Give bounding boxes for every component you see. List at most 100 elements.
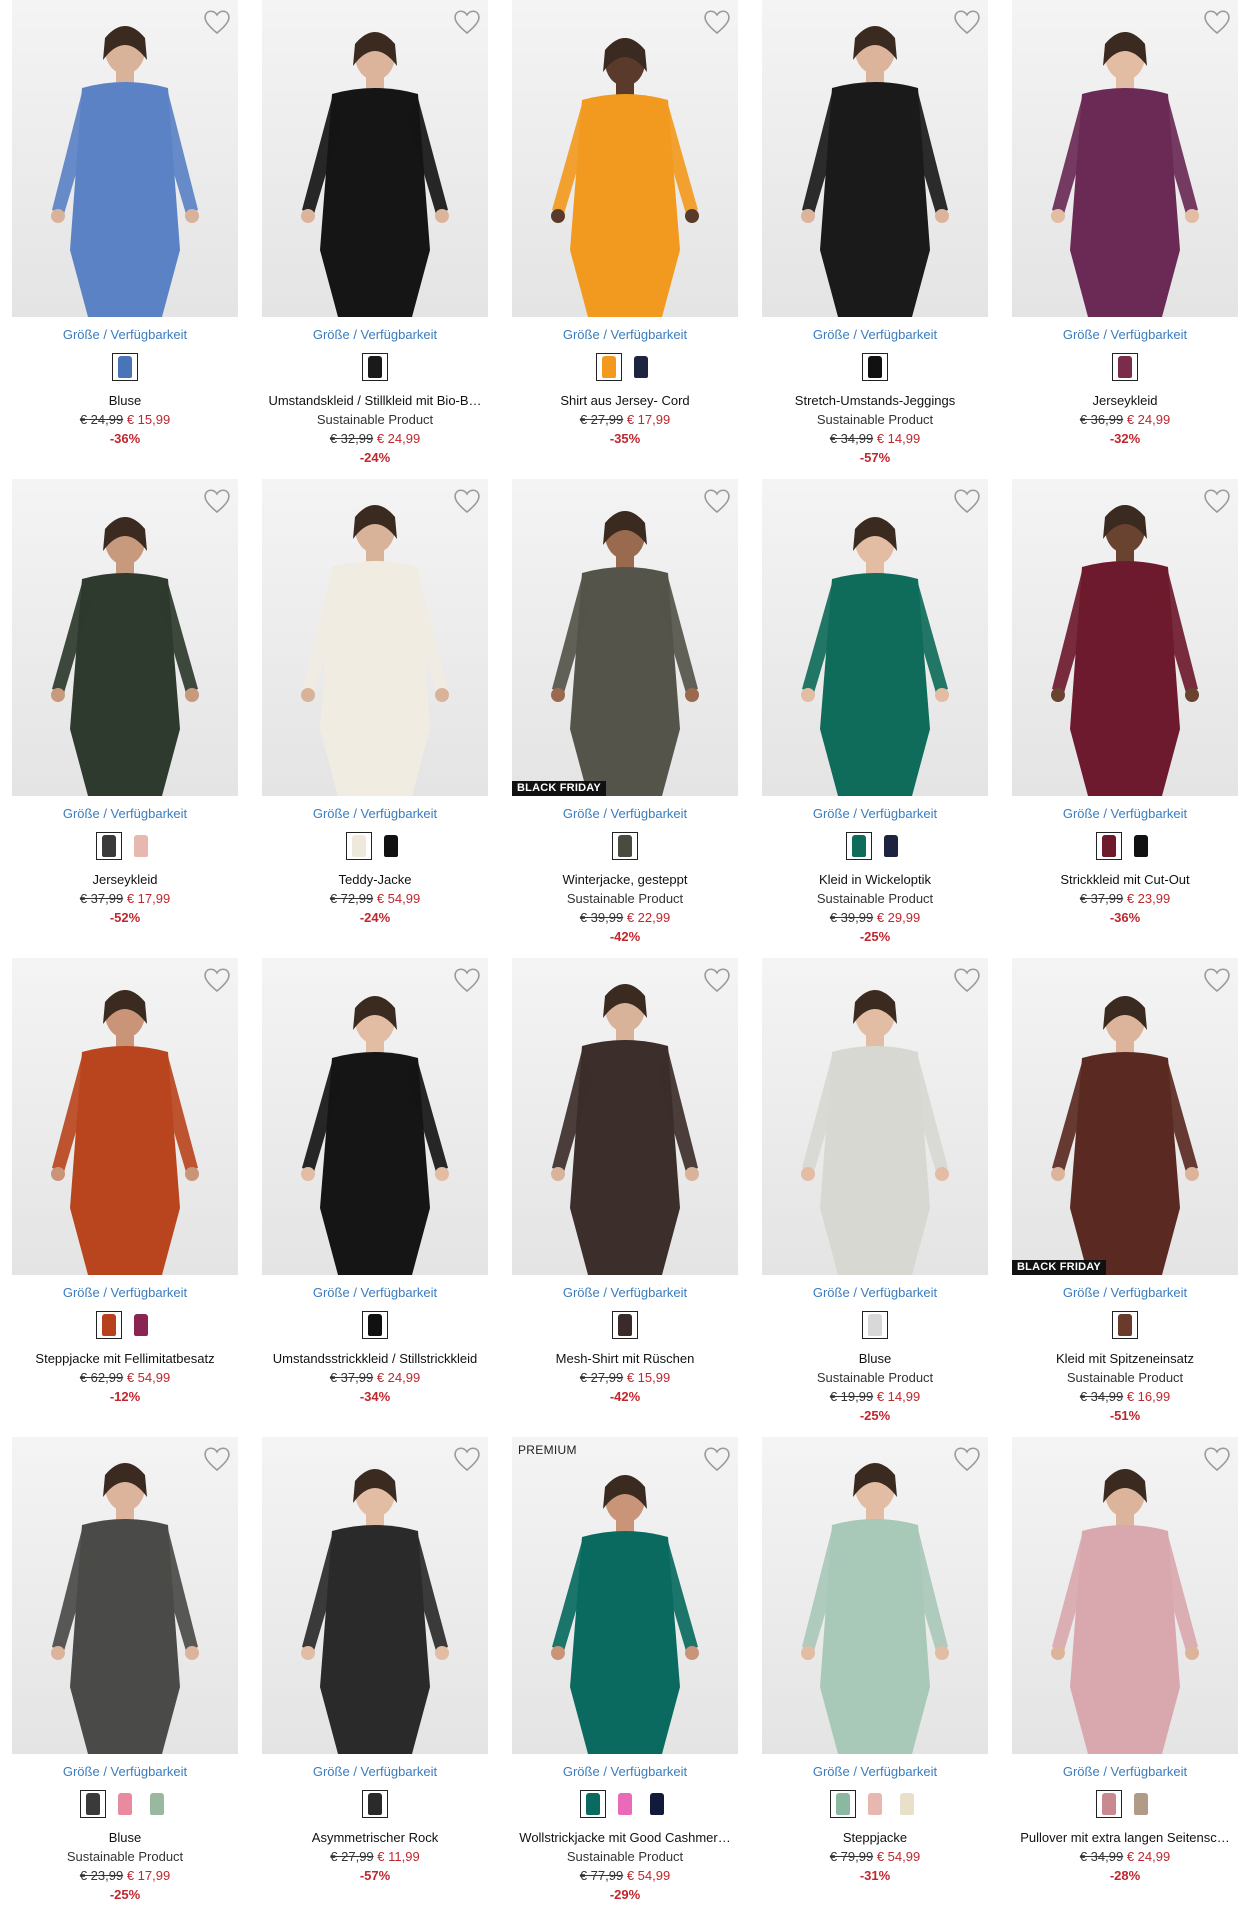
product-image[interactable]	[512, 958, 738, 1275]
favorite-heart-icon[interactable]	[202, 1445, 232, 1473]
size-availability-link[interactable]: Größe / Verfügbarkeit	[512, 805, 738, 822]
color-swatch[interactable]	[830, 1790, 856, 1818]
size-availability-link[interactable]: Größe / Verfügbarkeit	[1012, 326, 1238, 343]
product-card[interactable]: Größe / Verfügbarkeit Bluse Sustainable …	[12, 1437, 238, 1916]
product-name[interactable]: Wollstrickjacke mit Good Cashmer…	[512, 1828, 738, 1847]
color-swatch[interactable]	[144, 1790, 170, 1818]
color-swatch[interactable]	[862, 1790, 888, 1818]
product-name[interactable]: Asymmetrischer Rock	[262, 1828, 488, 1847]
product-card[interactable]: Größe / Verfügbarkeit Jerseykleid € 36,9…	[1012, 0, 1238, 479]
color-swatch[interactable]	[644, 1790, 670, 1818]
product-name[interactable]: Stretch-Umstands-Jeggings	[762, 391, 988, 410]
product-card[interactable]: Größe / Verfügbarkeit Strickkleid mit Cu…	[1012, 479, 1238, 958]
product-image[interactable]	[762, 1437, 988, 1754]
color-swatch[interactable]	[894, 1790, 920, 1818]
size-availability-link[interactable]: Größe / Verfügbarkeit	[262, 1763, 488, 1780]
favorite-heart-icon[interactable]	[702, 966, 732, 994]
product-card[interactable]: Größe / Verfügbarkeit Bluse € 24,99 € 15…	[12, 0, 238, 479]
product-name[interactable]: Umstandsstrickkleid / Stillstrickkleid	[262, 1349, 488, 1368]
size-availability-link[interactable]: Größe / Verfügbarkeit	[762, 1763, 988, 1780]
product-name[interactable]: Winterjacke, gesteppt	[512, 870, 738, 889]
product-card[interactable]: Größe / Verfügbarkeit Mesh-Shirt mit Rüs…	[512, 958, 738, 1437]
product-name[interactable]: Steppjacke mit Fellimitatbesatz	[12, 1349, 238, 1368]
color-swatch[interactable]	[112, 353, 138, 381]
product-card[interactable]: BLACK FRIDAY Größe / Verfügbarkeit Winte…	[512, 479, 738, 958]
product-name[interactable]: Pullover mit extra langen Seitensc…	[1012, 1828, 1238, 1847]
color-swatch[interactable]	[96, 832, 122, 860]
favorite-heart-icon[interactable]	[952, 487, 982, 515]
favorite-heart-icon[interactable]	[452, 8, 482, 36]
product-image[interactable]	[1012, 1437, 1238, 1754]
product-image[interactable]	[1012, 0, 1238, 317]
product-name[interactable]: Jerseykleid	[1012, 391, 1238, 410]
favorite-heart-icon[interactable]	[952, 966, 982, 994]
size-availability-link[interactable]: Größe / Verfügbarkeit	[262, 805, 488, 822]
product-name[interactable]: Bluse	[12, 391, 238, 410]
color-swatch[interactable]	[862, 1311, 888, 1339]
product-name[interactable]: Jerseykleid	[12, 870, 238, 889]
color-swatch[interactable]	[1096, 832, 1122, 860]
size-availability-link[interactable]: Größe / Verfügbarkeit	[1012, 805, 1238, 822]
product-image[interactable]	[762, 479, 988, 796]
color-swatch[interactable]	[612, 1790, 638, 1818]
color-swatch[interactable]	[1096, 1790, 1122, 1818]
product-name[interactable]: Bluse	[762, 1349, 988, 1368]
product-name[interactable]: Bluse	[12, 1828, 238, 1847]
favorite-heart-icon[interactable]	[452, 1445, 482, 1473]
product-image[interactable]	[262, 1437, 488, 1754]
color-swatch[interactable]	[1128, 1790, 1154, 1818]
color-swatch[interactable]	[346, 832, 372, 860]
color-swatch[interactable]	[128, 832, 154, 860]
color-swatch[interactable]	[362, 1311, 388, 1339]
favorite-heart-icon[interactable]	[452, 966, 482, 994]
color-swatch[interactable]	[112, 1790, 138, 1818]
favorite-heart-icon[interactable]	[702, 487, 732, 515]
favorite-heart-icon[interactable]	[952, 8, 982, 36]
product-card[interactable]: Größe / Verfügbarkeit Shirt aus Jersey- …	[512, 0, 738, 479]
product-image[interactable]	[262, 958, 488, 1275]
product-card[interactable]: Größe / Verfügbarkeit Kleid in Wickelopt…	[762, 479, 988, 958]
product-image[interactable]: PREMIUM	[512, 1437, 738, 1754]
size-availability-link[interactable]: Größe / Verfügbarkeit	[1012, 1763, 1238, 1780]
favorite-heart-icon[interactable]	[202, 8, 232, 36]
product-image[interactable]	[12, 1437, 238, 1754]
favorite-heart-icon[interactable]	[702, 1445, 732, 1473]
color-swatch[interactable]	[846, 832, 872, 860]
product-image[interactable]: BLACK FRIDAY	[1012, 958, 1238, 1275]
product-image[interactable]	[1012, 479, 1238, 796]
product-card[interactable]: Größe / Verfügbarkeit Umstandsstrickklei…	[262, 958, 488, 1437]
product-card[interactable]: Größe / Verfügbarkeit Steppjacke € 79,99…	[762, 1437, 988, 1916]
product-name[interactable]: Teddy-Jacke	[262, 870, 488, 889]
product-card[interactable]: Größe / Verfügbarkeit Asymmetrischer Roc…	[262, 1437, 488, 1916]
favorite-heart-icon[interactable]	[702, 8, 732, 36]
size-availability-link[interactable]: Größe / Verfügbarkeit	[762, 1284, 988, 1301]
size-availability-link[interactable]: Größe / Verfügbarkeit	[762, 326, 988, 343]
product-name[interactable]: Steppjacke	[762, 1828, 988, 1847]
product-name[interactable]: Shirt aus Jersey- Cord	[512, 391, 738, 410]
size-availability-link[interactable]: Größe / Verfügbarkeit	[262, 1284, 488, 1301]
product-image[interactable]	[12, 958, 238, 1275]
product-image[interactable]	[262, 479, 488, 796]
product-image[interactable]	[12, 0, 238, 317]
product-name[interactable]: Umstandskleid / Stillkleid mit Bio-B…	[262, 391, 488, 410]
product-card[interactable]: Größe / Verfügbarkeit Pullover mit extra…	[1012, 1437, 1238, 1916]
favorite-heart-icon[interactable]	[1202, 1445, 1232, 1473]
color-swatch[interactable]	[80, 1790, 106, 1818]
color-swatch[interactable]	[362, 353, 388, 381]
size-availability-link[interactable]: Größe / Verfügbarkeit	[12, 1763, 238, 1780]
color-swatch[interactable]	[612, 1311, 638, 1339]
color-swatch[interactable]	[378, 832, 404, 860]
favorite-heart-icon[interactable]	[452, 487, 482, 515]
color-swatch[interactable]	[362, 1790, 388, 1818]
color-swatch[interactable]	[612, 832, 638, 860]
product-image[interactable]	[262, 0, 488, 317]
size-availability-link[interactable]: Größe / Verfügbarkeit	[512, 326, 738, 343]
favorite-heart-icon[interactable]	[952, 1445, 982, 1473]
product-image[interactable]	[762, 958, 988, 1275]
product-card[interactable]: Größe / Verfügbarkeit Jerseykleid € 37,9…	[12, 479, 238, 958]
color-swatch[interactable]	[1112, 353, 1138, 381]
product-card[interactable]: Größe / Verfügbarkeit Steppjacke mit Fel…	[12, 958, 238, 1437]
product-card[interactable]: Größe / Verfügbarkeit Bluse Sustainable …	[762, 958, 988, 1437]
color-swatch[interactable]	[628, 353, 654, 381]
size-availability-link[interactable]: Größe / Verfügbarkeit	[262, 326, 488, 343]
